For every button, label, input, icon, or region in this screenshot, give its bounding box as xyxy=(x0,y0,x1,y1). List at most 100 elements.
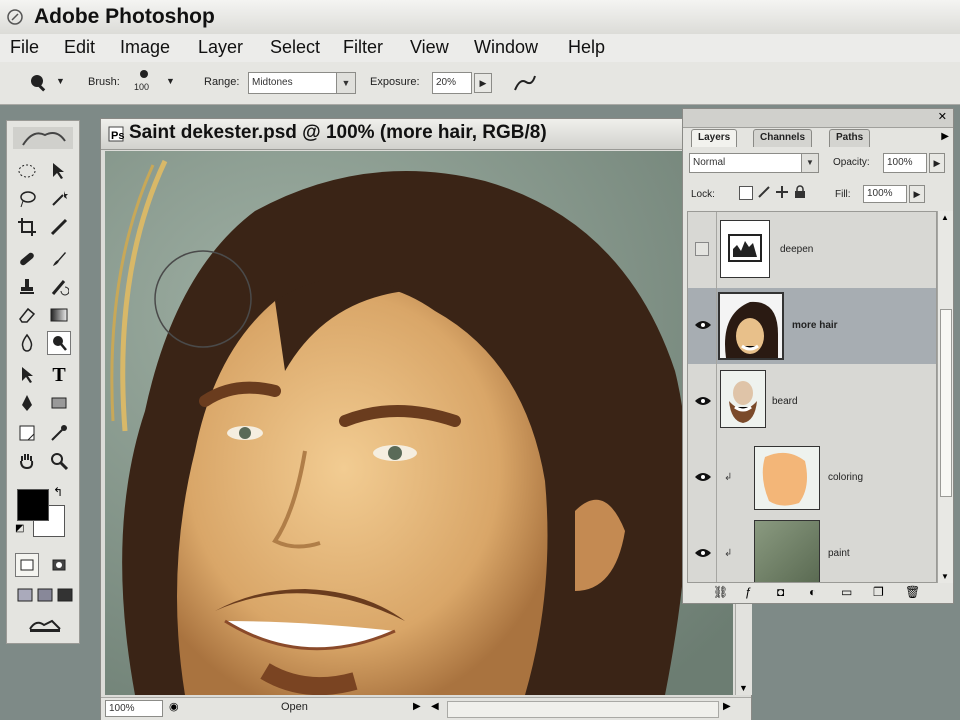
eye-icon[interactable] xyxy=(694,394,712,408)
layers-scroll-thumb[interactable] xyxy=(940,309,952,497)
layer-row-coloring[interactable]: ↲ coloring xyxy=(688,440,936,517)
jump-to-imageready-icon[interactable] xyxy=(25,613,65,637)
new-layer-icon[interactable]: ❐ xyxy=(873,585,884,599)
blend-mode-select[interactable]: Normal ▼ xyxy=(689,153,819,173)
history-brush-tool-icon[interactable] xyxy=(47,275,71,299)
eyedropper-tool-icon[interactable] xyxy=(47,421,71,445)
pen-tool-icon[interactable] xyxy=(15,391,39,415)
layer-thumbnail-more-hair[interactable] xyxy=(718,292,784,360)
screen-mode-full-icon[interactable] xyxy=(53,583,77,607)
zoom-level-field[interactable]: 100% xyxy=(105,700,163,717)
foreground-color-swatch-top[interactable] xyxy=(17,489,49,521)
tool-preset-arrow[interactable]: ▼ xyxy=(56,76,65,86)
menu-image[interactable]: Image xyxy=(120,37,170,58)
layer-visibility-toggle[interactable] xyxy=(688,440,717,516)
scroll-down-icon[interactable]: ▼ xyxy=(941,572,949,581)
exposure-input[interactable]: 20% xyxy=(432,72,472,94)
hscroll-left-icon[interactable]: ◀ xyxy=(431,701,439,712)
photoshop-app-icon[interactable] xyxy=(6,8,24,26)
tab-channels[interactable]: Channels xyxy=(753,129,813,147)
brush-picker-arrow[interactable]: ▼ xyxy=(166,76,175,86)
layer-thumbnail-paint[interactable] xyxy=(754,520,820,582)
blur-tool-icon[interactable] xyxy=(15,331,39,355)
standard-mode-icon[interactable] xyxy=(15,553,39,577)
layers-scrollbar[interactable]: ▲ ▼ xyxy=(937,211,953,583)
new-group-icon[interactable]: ▭ xyxy=(841,585,852,599)
fill-input[interactable]: 100% xyxy=(863,185,907,203)
palette-close-icon[interactable]: ✕ xyxy=(938,110,947,123)
status-menu-icon[interactable]: ◉ xyxy=(169,700,179,713)
fill-slider-button[interactable]: ▶ xyxy=(909,185,925,203)
path-selection-tool-icon[interactable] xyxy=(15,363,39,387)
gradient-tool-icon[interactable] xyxy=(47,303,71,327)
hscroll-right-icon[interactable]: ▶ xyxy=(723,701,731,712)
adjustment-layer-button-icon[interactable]: ◐ xyxy=(809,585,816,599)
layer-style-icon[interactable]: ƒ xyxy=(745,585,752,599)
hand-tool-icon[interactable] xyxy=(15,449,39,473)
zoom-tool-icon[interactable] xyxy=(47,449,71,473)
opacity-input[interactable]: 100% xyxy=(883,153,927,173)
image-canvas[interactable] xyxy=(105,151,733,695)
menu-layer[interactable]: Layer xyxy=(198,37,243,58)
lock-image-icon[interactable] xyxy=(757,185,771,199)
chevron-down-icon[interactable]: ▼ xyxy=(336,73,355,93)
swap-colors-icon[interactable]: ↰ xyxy=(53,485,63,499)
tab-layers[interactable]: Layers xyxy=(691,129,738,147)
palette-menu-icon[interactable]: ▶ xyxy=(941,131,949,142)
eraser-tool-icon[interactable] xyxy=(15,303,39,327)
menu-edit[interactable]: Edit xyxy=(64,37,95,58)
eye-icon[interactable] xyxy=(694,546,712,560)
slice-tool-icon[interactable] xyxy=(47,215,71,239)
notes-tool-icon[interactable] xyxy=(15,421,39,445)
healing-brush-tool-icon[interactable] xyxy=(15,247,39,271)
palette-title-bar[interactable]: ✕ xyxy=(683,109,953,128)
opacity-slider-button[interactable]: ▶ xyxy=(929,153,945,173)
exposure-slider-button[interactable]: ▶ xyxy=(474,73,492,93)
scroll-up-icon[interactable]: ▲ xyxy=(941,213,949,222)
brush-preview-icon[interactable] xyxy=(140,70,148,78)
menu-help[interactable]: Help xyxy=(568,37,605,58)
layer-mask-icon[interactable]: ◘ xyxy=(777,585,784,599)
menu-filter[interactable]: Filter xyxy=(343,37,383,58)
status-arrow-icon[interactable]: ▶ xyxy=(413,701,421,712)
eye-icon[interactable] xyxy=(694,470,712,484)
layer-visibility-toggle[interactable] xyxy=(688,364,717,440)
layer-row-beard[interactable]: beard xyxy=(688,364,936,441)
delete-layer-icon[interactable]: 🗑 xyxy=(905,585,920,599)
lasso-tool-icon[interactable] xyxy=(15,187,39,211)
layer-visibility-toggle[interactable] xyxy=(688,516,717,582)
eye-icon[interactable] xyxy=(694,318,712,332)
range-select[interactable]: Midtones ▼ xyxy=(248,72,356,94)
lock-transparency-icon[interactable] xyxy=(739,186,753,200)
link-layers-icon[interactable]: ⛓ xyxy=(713,585,728,599)
menu-view[interactable]: View xyxy=(410,37,449,58)
crop-tool-icon[interactable] xyxy=(15,215,39,239)
tab-paths[interactable]: Paths xyxy=(829,129,871,147)
menu-select[interactable]: Select xyxy=(270,37,320,58)
type-tool-icon[interactable]: T xyxy=(47,363,71,387)
document-title-bar[interactable]: Ps Saint dekester.psd @ 100% (more hair,… xyxy=(101,119,751,150)
visibility-off-box[interactable] xyxy=(695,242,709,256)
clone-stamp-tool-icon[interactable] xyxy=(15,275,39,299)
magic-wand-tool-icon[interactable] xyxy=(47,187,71,211)
menu-file[interactable]: File xyxy=(10,37,39,58)
layer-row-more-hair[interactable]: more hair xyxy=(688,288,936,365)
dodge-tool-preset-icon[interactable] xyxy=(28,72,50,94)
chevron-down-icon[interactable]: ▼ xyxy=(801,154,818,172)
layer-thumbnail-coloring[interactable] xyxy=(754,446,820,510)
layer-thumbnail-deepen[interactable] xyxy=(720,220,770,278)
toolbox-header-logo[interactable] xyxy=(13,127,73,149)
rectangle-tool-icon[interactable] xyxy=(47,391,71,415)
document-horizontal-scrollbar[interactable] xyxy=(447,701,719,718)
layer-thumbnail-beard[interactable] xyxy=(720,370,766,428)
menu-window[interactable]: Window xyxy=(474,37,538,58)
scroll-down-icon[interactable]: ▼ xyxy=(739,683,748,693)
layer-visibility-toggle[interactable] xyxy=(688,288,717,364)
move-tool-icon[interactable] xyxy=(47,159,71,183)
quick-mask-mode-icon[interactable] xyxy=(47,553,71,577)
dodge-tool-icon[interactable] xyxy=(47,331,71,355)
default-colors-icon[interactable]: ◩ xyxy=(15,523,24,534)
layer-row-paint[interactable]: ↲ paint xyxy=(688,516,936,582)
lock-position-icon[interactable] xyxy=(775,185,789,199)
marquee-tool-icon[interactable] xyxy=(15,159,39,183)
